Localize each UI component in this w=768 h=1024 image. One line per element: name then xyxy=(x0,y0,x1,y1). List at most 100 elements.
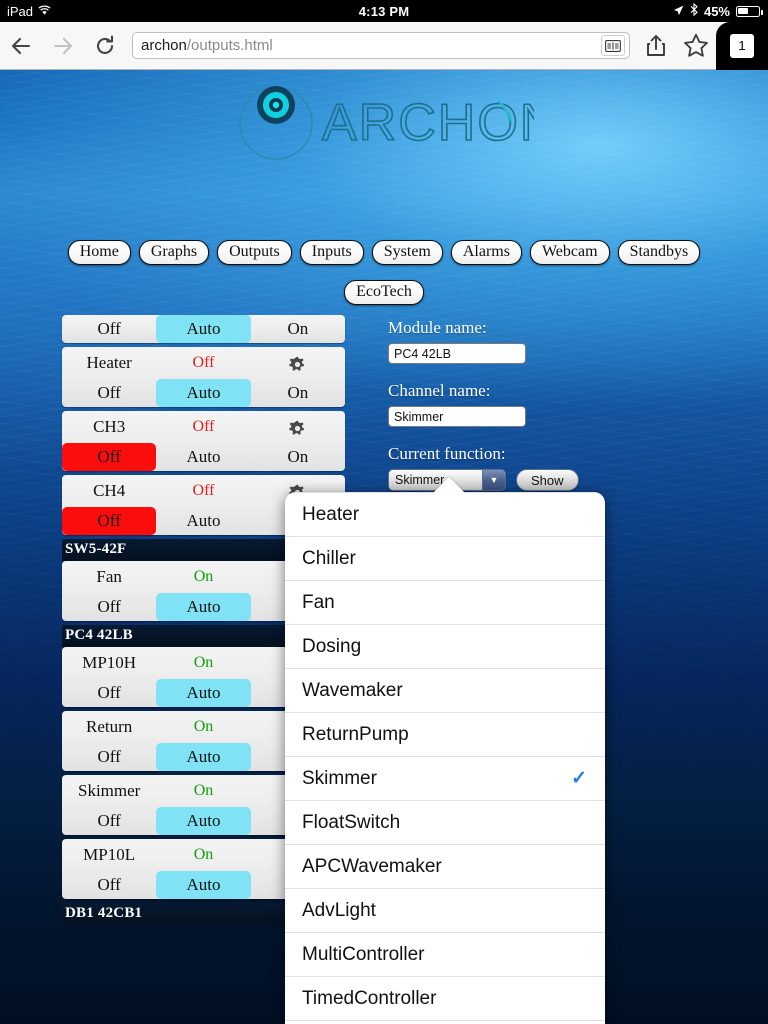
reload-icon[interactable] xyxy=(84,34,126,58)
archon-page: ARCHON Home Graphs Outputs Inputs System Alar… xyxy=(0,70,768,1024)
nav-item-graphs[interactable]: Graphs xyxy=(138,240,210,266)
output-channel-name: Fan xyxy=(96,567,122,586)
share-icon[interactable] xyxy=(636,34,676,58)
output-channel-state: On xyxy=(193,846,214,863)
nav-item-alarms[interactable]: Alarms xyxy=(450,240,522,266)
output-mode-auto-button[interactable]: Auto xyxy=(156,593,251,621)
nav-item-outputs[interactable]: Outputs xyxy=(217,240,292,266)
output-channel-name: MP10L xyxy=(83,845,136,864)
tab-count-label: 1 xyxy=(730,33,754,58)
back-arrow-icon[interactable] xyxy=(0,34,42,58)
channel-name-label: Channel name: xyxy=(388,381,491,400)
function-option-heater[interactable]: Heater✓ xyxy=(285,492,605,536)
function-option-floatswitch[interactable]: FloatSwitch✓ xyxy=(285,800,605,844)
output-mode-auto-button[interactable]: Auto xyxy=(156,807,251,835)
output-mode-auto-button[interactable]: Auto xyxy=(156,315,251,343)
output-channel-state: Off xyxy=(192,482,215,499)
function-option-label: APCWavemaker xyxy=(302,855,442,877)
output-channel-name: Return xyxy=(86,717,133,736)
function-option-timedcontroller[interactable]: TimedController✓ xyxy=(285,976,605,1020)
output-mode-segmented-control: OffAutoOn xyxy=(62,379,345,407)
star-icon[interactable] xyxy=(676,33,716,59)
output-channel-state: On xyxy=(193,782,214,799)
output-mode-off-button[interactable]: Off xyxy=(62,507,157,535)
output-mode-auto-button[interactable]: Auto xyxy=(156,507,250,535)
output-channel-state: On xyxy=(193,568,214,585)
function-option-label: Chiller xyxy=(302,547,356,569)
ios-status-bar: iPad 4:13 PM 45% xyxy=(0,0,768,22)
output-mode-on-button[interactable]: On xyxy=(251,315,345,343)
output-mode-auto-button[interactable]: Auto xyxy=(156,679,251,707)
function-option-apcwavemaker[interactable]: APCWavemaker✓ xyxy=(285,844,605,888)
nav-item-system[interactable]: System xyxy=(371,240,443,266)
nav-item-ecotech[interactable]: EcoTech xyxy=(344,280,424,306)
function-option-label: Heater xyxy=(302,503,360,525)
function-option-fan[interactable]: Fan✓ xyxy=(285,580,605,624)
output-mode-off-button[interactable]: Off xyxy=(62,315,156,343)
function-option-label: MultiController xyxy=(302,943,425,965)
battery-percent-label: 45% xyxy=(703,3,730,19)
module-name-input[interactable]: PC4 42LB xyxy=(388,343,526,364)
function-option-advlight[interactable]: AdvLight✓ xyxy=(285,888,605,932)
popover-caret xyxy=(432,477,466,494)
tab-switcher-button[interactable]: 1 xyxy=(716,21,768,70)
output-channel-name: Heater xyxy=(86,353,132,372)
output-mode-off-button[interactable]: Off xyxy=(62,679,156,707)
output-channel-name: CH3 xyxy=(93,417,126,436)
function-option-skimmer[interactable]: Skimmer ✓ xyxy=(285,756,605,800)
function-option-chiller[interactable]: Chiller✓ xyxy=(285,536,605,580)
output-channel-state: On xyxy=(193,654,214,671)
chevron-down-icon[interactable]: ▼ xyxy=(482,470,505,490)
nav-item-home[interactable]: Home xyxy=(67,240,131,266)
output-mode-off-button[interactable]: Off xyxy=(62,807,156,835)
output-channel-name: MP10H xyxy=(82,653,137,672)
output-channel-name: CH4 xyxy=(93,481,126,500)
status-bar-right: 45% xyxy=(673,0,763,22)
channel-name-input[interactable]: Skimmer xyxy=(388,406,526,427)
channel-settings-form: Module name: PC4 42LB Channel name: Skim… xyxy=(388,318,638,491)
function-options-popover: Heater✓Chiller✓Fan✓Dosing✓Wavemaker✓Retu… xyxy=(285,492,605,1024)
function-option-multicontroller[interactable]: MultiController✓ xyxy=(285,932,605,976)
module-name-label: Module name: xyxy=(388,318,487,337)
output-mode-off-button[interactable]: Off xyxy=(62,593,156,621)
function-option-dosing[interactable]: Dosing✓ xyxy=(285,624,605,668)
function-option-label: FloatSwitch xyxy=(302,811,401,833)
output-mode-auto-button[interactable]: Auto xyxy=(156,743,251,771)
nav-item-webcam[interactable]: Webcam xyxy=(529,240,610,266)
function-option-label: TimedController xyxy=(302,987,437,1009)
safari-toolbar: archon/outputs.html 1 xyxy=(0,21,768,70)
output-channel-card: Off Auto On xyxy=(62,315,345,343)
output-mode-auto-button[interactable]: Auto xyxy=(156,443,250,471)
reader-view-icon[interactable] xyxy=(601,35,625,56)
function-option-returnpump[interactable]: ReturnPump✓ xyxy=(285,712,605,756)
forward-arrow-icon[interactable] xyxy=(42,34,84,58)
secondary-nav: EcoTech xyxy=(0,280,768,306)
output-mode-auto-button[interactable]: Auto xyxy=(156,871,251,899)
output-mode-auto-button[interactable]: Auto xyxy=(156,379,251,407)
output-channel-header: Heater Off xyxy=(62,347,345,379)
current-function-label: Current function: xyxy=(388,444,506,463)
output-mode-off-button[interactable]: Off xyxy=(62,379,156,407)
bluetooth-icon xyxy=(690,2,698,19)
location-arrow-icon xyxy=(673,4,684,19)
show-button[interactable]: Show xyxy=(516,469,579,491)
output-mode-off-button[interactable]: Off xyxy=(62,871,156,899)
function-option-label: Wavemaker xyxy=(302,679,403,701)
nav-item-inputs[interactable]: Inputs xyxy=(299,240,364,266)
primary-nav: Home Graphs Outputs Inputs System Alarms Webca… xyxy=(0,240,768,266)
output-mode-segmented-control: OffAutoOn xyxy=(62,443,345,471)
checkmark-icon: ✓ xyxy=(571,768,587,789)
url-input[interactable]: archon/outputs.html xyxy=(132,32,630,59)
gear-icon[interactable] xyxy=(251,353,345,373)
output-mode-on-button[interactable]: On xyxy=(251,443,345,471)
nav-item-standbys[interactable]: Standbys xyxy=(617,240,701,266)
current-function-row: Skimmer ▼ Show xyxy=(388,469,638,491)
output-channel-card: Heater Off Off Auto On xyxy=(62,347,345,407)
gear-icon[interactable] xyxy=(251,417,345,437)
function-option-mlc[interactable]: MLC✓ xyxy=(285,1020,605,1024)
output-mode-off-button[interactable]: Off xyxy=(62,443,157,471)
function-option-wavemaker[interactable]: Wavemaker✓ xyxy=(285,668,605,712)
output-mode-on-button[interactable]: On xyxy=(251,379,345,407)
url-path-text: /outputs.html xyxy=(186,37,273,54)
output-mode-off-button[interactable]: Off xyxy=(62,743,156,771)
